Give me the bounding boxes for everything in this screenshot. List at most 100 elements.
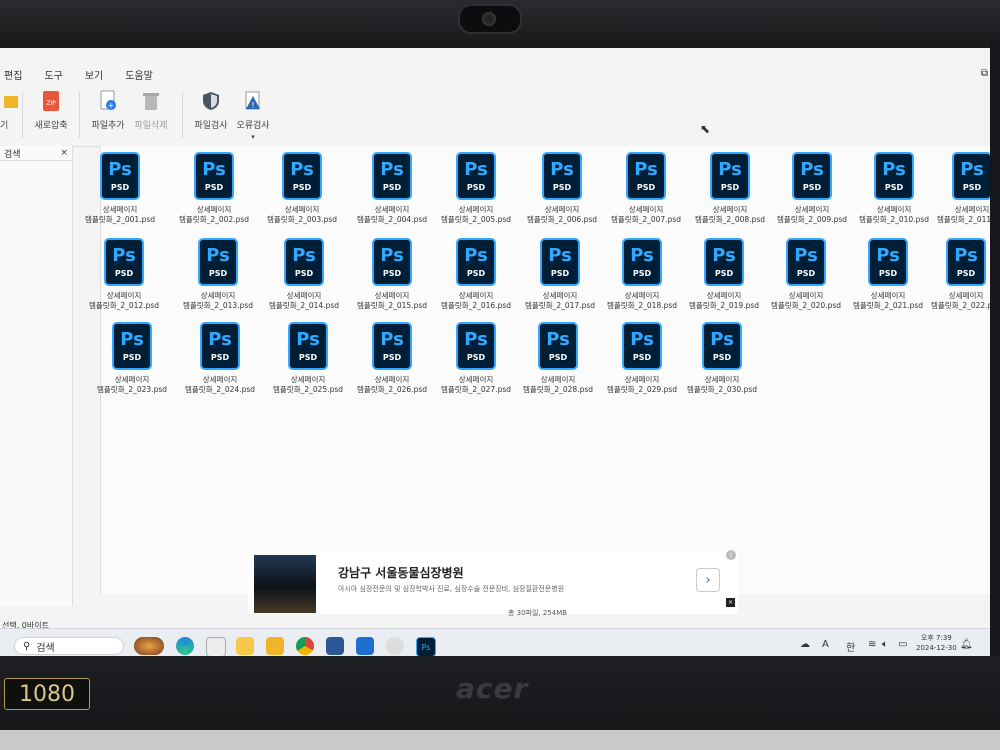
ps-icon-letters: Ps — [464, 159, 488, 180]
ad-close-button[interactable]: × — [726, 598, 735, 607]
file-item[interactable]: Ps PSD 상세페이지 템플릿화_2_024.psd — [179, 322, 261, 395]
file-name-line2: 템플릿화_2_010.psd — [859, 215, 929, 224]
menu-edit[interactable]: 편집 — [4, 67, 22, 82]
file-item[interactable]: Ps PSD 상세페이지템플릿화_2_011.psd — [931, 152, 990, 225]
file-item[interactable]: Ps PSD 상세페이지 템플릿화_2_017.psd — [519, 238, 601, 311]
ps-icon-letters: Ps — [108, 159, 132, 180]
file-name: 상세페이지 템플릿화_2_006.psd — [527, 205, 597, 225]
menu-help[interactable]: 도움말 — [125, 67, 153, 82]
file-item[interactable]: Ps PSD 상세페이지 템플릿화_2_014.psd — [263, 238, 345, 311]
scan-file-button[interactable]: 파일검사 — [191, 86, 231, 146]
new-archive-button[interactable]: ZIP 새로압축 — [31, 86, 71, 146]
file-name: 상세페이지 템플릿화_2_009.psd — [777, 205, 847, 225]
ps-icon-letters: Ps — [960, 159, 984, 180]
app-icon[interactable] — [206, 637, 226, 657]
ps-icon-ext: PSD — [884, 183, 904, 192]
laptop-chassis — [0, 730, 1000, 750]
clock[interactable]: 오후 7:39 2024-12-30 — [916, 633, 957, 653]
file-item[interactable]: Ps PSD 상세페이지 템플릿화_2_016.psd — [435, 238, 517, 311]
file-name-line2: 템플릿화_2_007.psd — [611, 215, 681, 224]
file-item[interactable]: Ps PSD 상세페이지 템플릿화_2_002.psd — [173, 152, 255, 225]
photoshop-icon[interactable]: Ps — [416, 637, 436, 657]
error-check-button[interactable]: ! 오류검사 ▾ — [231, 86, 275, 146]
laptop-bezel-right — [990, 40, 1000, 660]
file-name-line1: 상세페이지 — [624, 375, 660, 384]
file-item[interactable]: Ps PSD 상세페이지 템플릿화_2_030.psd — [681, 322, 763, 395]
file-item[interactable]: Ps PSD 상세페이지 템플릿화_2_028.psd — [517, 322, 599, 395]
file-item[interactable]: Ps PSD 상세페이지 템플릿화_2_029.psd — [601, 322, 683, 395]
ps-icon-ext: PSD — [878, 269, 898, 278]
file-item[interactable]: Ps PSD 상세페이지템플릿화_2_022.psd — [925, 238, 990, 311]
ad-title[interactable]: 강남구 서울동물심장병원 — [338, 564, 464, 581]
ime-a[interactable]: A — [822, 639, 829, 650]
chevron-down-icon[interactable]: ▾ — [251, 133, 255, 141]
file-item[interactable]: Ps PSD 상세페이지 템플릿화_2_027.psd — [435, 322, 517, 395]
file-item[interactable]: Ps PSD 상세페이지 템플릿화_2_025.psd — [267, 322, 349, 395]
wifi-icon[interactable]: ≋ — [868, 639, 876, 650]
file-item[interactable]: Ps PSD 상세페이지 템플릿화_2_020.psd — [765, 238, 847, 311]
file-name-line2: 템플릿화_2_020.psd — [771, 301, 841, 310]
restore-window-icon[interactable]: ⧉ — [981, 68, 988, 79]
file-item[interactable]: Ps PSD 상세페이지 템플릿화_2_003.psd — [261, 152, 343, 225]
chrome-icon[interactable] — [296, 637, 314, 655]
menu-view[interactable]: 보기 — [85, 67, 103, 82]
file-item[interactable]: Ps PSD 상세페이지 템플릿화_2_004.psd — [351, 152, 433, 225]
app-icon-4[interactable] — [386, 637, 404, 655]
file-name-line1: 상세페이지 — [114, 375, 150, 384]
file-item[interactable]: Ps PSD 상세페이지 템플릿화_2_023.psd — [91, 322, 173, 395]
ps-icon-ext: PSD — [204, 183, 224, 192]
file-item[interactable]: Ps PSD 상세페이지 템플릿화_2_001.psd — [79, 152, 161, 225]
file-item[interactable]: Ps PSD 상세페이지 템플릿화_2_015.psd — [351, 238, 433, 311]
ad-subtitle[interactable]: 아시아 심장전문의 및 심장학박사 진료, 심장수술 전문장비, 심장질환전문병… — [338, 584, 564, 594]
file-name-line1: 상세페이지 — [542, 291, 578, 300]
ad-banner[interactable]: 강남구 서울동물심장병원 아시아 심장전문의 및 심장학박사 진료, 심장수술 … — [248, 550, 738, 614]
delete-file-button[interactable]: 파일삭제 — [128, 86, 174, 146]
file-item[interactable]: Ps PSD 상세페이지 템플릿화_2_006.psd — [521, 152, 603, 225]
ad-info-icon[interactable]: i — [726, 550, 736, 560]
file-name-line2: 템플릿화_2_029.psd — [607, 385, 677, 394]
app-icon-2[interactable] — [326, 637, 344, 655]
psd-file-icon: Ps PSD — [288, 322, 328, 370]
file-item[interactable]: Ps PSD 상세페이지 템플릿화_2_026.psd — [351, 322, 433, 395]
file-item[interactable]: Ps PSD 상세페이지 템플릿화_2_005.psd — [435, 152, 517, 225]
ad-image[interactable] — [254, 555, 316, 613]
menu-bar: 편집 도구 보기 도움말 — [0, 64, 990, 84]
add-file-button[interactable]: + 파일추가 — [88, 86, 128, 146]
ps-icon-letters: Ps — [464, 245, 488, 266]
close-icon[interactable]: × — [60, 148, 68, 158]
app-icon-3[interactable] — [356, 637, 374, 655]
file-item[interactable]: Ps PSD 상세페이지 템플릿화_2_021.psd — [847, 238, 929, 311]
ps-icon-letters: Ps — [548, 245, 572, 266]
file-item[interactable]: Ps PSD 상세페이지 템플릿화_2_018.psd — [601, 238, 683, 311]
file-item[interactable]: Ps PSD 상세페이지 템플릿화_2_012.psd — [83, 238, 165, 311]
file-item[interactable]: Ps PSD 상세페이지 템플릿화_2_010.psd — [853, 152, 935, 225]
widgets-icon[interactable] — [134, 637, 164, 655]
ps-icon-letters: Ps — [380, 159, 404, 180]
file-name-line2: 템플릿화_2_008.psd — [695, 215, 765, 224]
ad-go-button[interactable]: › — [696, 568, 720, 592]
ime-han[interactable]: 한 — [846, 639, 855, 654]
file-item[interactable]: Ps PSD 상세페이지 템플릿화_2_013.psd — [177, 238, 259, 311]
volume-icon[interactable]: 🔈︎ — [882, 639, 888, 650]
ps-icon-letters: Ps — [630, 329, 654, 350]
file-item[interactable]: Ps PSD 상세페이지 템플릿화_2_009.psd — [771, 152, 853, 225]
taskbar-search[interactable]: ⚲ 검색 — [14, 637, 124, 655]
cloud-icon[interactable]: ☁ — [800, 639, 810, 650]
open-button[interactable]: 기 — [0, 86, 18, 146]
file-item[interactable]: Ps PSD 상세페이지 템플릿화_2_007.psd — [605, 152, 687, 225]
psd-file-icon: Ps PSD — [952, 152, 990, 200]
file-item[interactable]: Ps PSD 상세페이지 템플릿화_2_019.psd — [683, 238, 765, 311]
file-explorer-icon[interactable] — [266, 637, 284, 655]
psd-file-icon: Ps PSD — [194, 152, 234, 200]
edge-browser-icon[interactable] — [176, 637, 194, 655]
file-item[interactable]: Ps PSD 상세페이지 템플릿화_2_008.psd — [689, 152, 771, 225]
file-name-line2: 템플릿화_2_021.psd — [853, 301, 923, 310]
file-name-line1: 상세페이지 — [374, 205, 410, 214]
menu-tools[interactable]: 도구 — [44, 67, 62, 82]
notification-bell-icon[interactable]: 🔔︎ — [960, 639, 973, 650]
file-name: 상세페이지 템플릿화_2_013.psd — [183, 291, 253, 311]
file-name-line2: 템플릿화_2_002.psd — [179, 215, 249, 224]
file-name-line1: 상세페이지 — [200, 291, 236, 300]
kakaotalk-icon[interactable] — [236, 637, 254, 655]
battery-icon[interactable]: ▭ — [898, 639, 907, 650]
